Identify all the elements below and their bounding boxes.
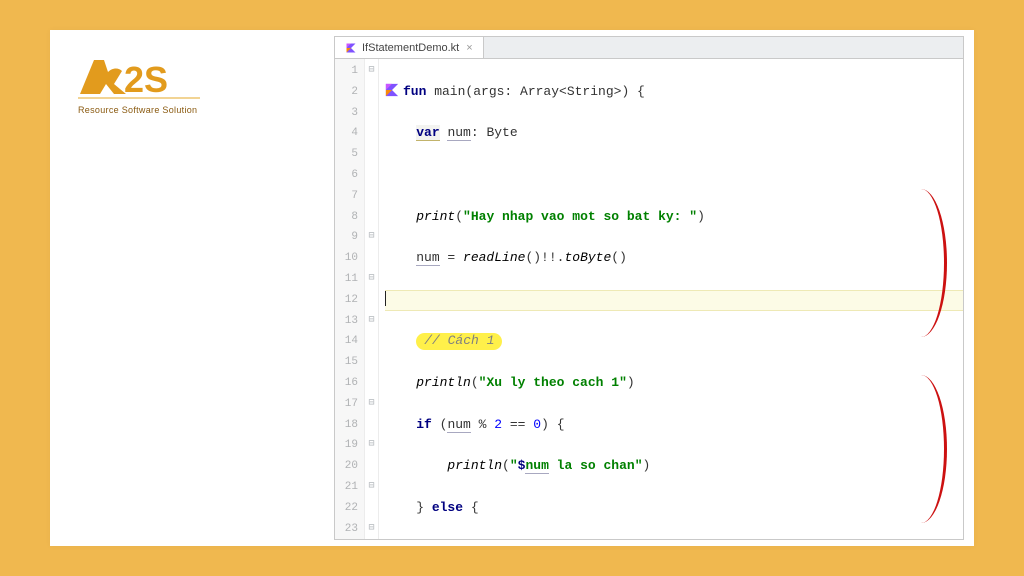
kotlin-file-icon [345,42,357,54]
tab-filename: IfStatementDemo.kt [362,42,459,54]
fold-gutter: ⊟ ⊟⊟ ⊟ ⊟⊟ ⊟⊟ [365,59,379,539]
svg-text:2S: 2S [124,59,168,100]
kotlin-run-icon[interactable] [385,83,399,97]
text-caret [385,291,386,306]
logo-icon: 2S [74,54,204,104]
brand-logo: 2S Resource Software Solution [74,54,214,115]
code-area[interactable]: 123 456 789 101112 131415 161718 192021 … [335,59,963,539]
logo-tagline: Resource Software Solution [74,105,214,115]
code-editor: IfStatementDemo.kt × 123 456 789 101112 … [334,36,964,540]
tab-bar: IfStatementDemo.kt × [335,37,963,59]
code-content[interactable]: fun main(args: Array<String>) { var num:… [379,59,963,539]
line-number-gutter: 123 456 789 101112 131415 161718 192021 … [335,59,365,539]
close-icon[interactable]: × [466,42,472,54]
editor-tab[interactable]: IfStatementDemo.kt × [335,37,484,58]
card: 2S Resource Software Solution IfStatemen… [50,30,974,546]
